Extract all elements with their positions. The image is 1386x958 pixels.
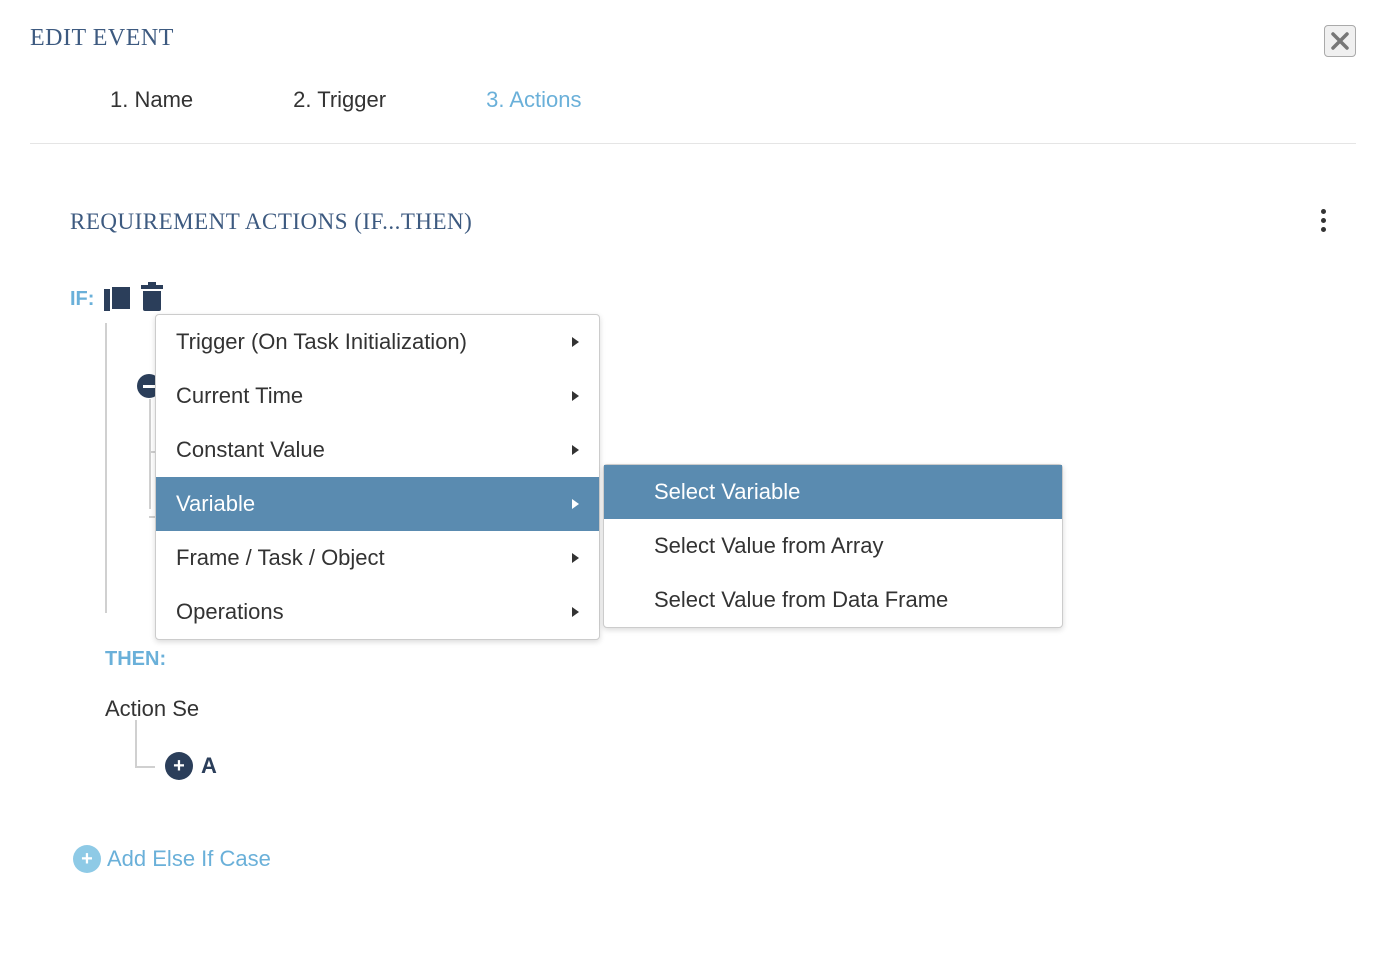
chevron-right-icon bbox=[572, 607, 579, 617]
plus-icon: + bbox=[173, 755, 185, 778]
menu-item-operations[interactable]: Operations bbox=[156, 585, 599, 639]
menu-item-label: Variable bbox=[176, 491, 255, 517]
tab-name[interactable]: 1. Name bbox=[110, 87, 193, 113]
add-else-if-button[interactable]: + bbox=[73, 845, 101, 873]
submenu: Select Variable Select Value from Array … bbox=[603, 464, 1063, 628]
menu-item-label: Frame / Task / Object bbox=[176, 545, 385, 571]
menu-item-trigger[interactable]: Trigger (On Task Initialization) bbox=[156, 315, 599, 369]
chevron-right-icon bbox=[572, 337, 579, 347]
action-sequence-label: Action Se bbox=[105, 696, 1356, 722]
more-options-button[interactable] bbox=[1316, 204, 1331, 237]
menu-item-constant-value[interactable]: Constant Value bbox=[156, 423, 599, 477]
if-label: IF: bbox=[70, 288, 94, 311]
then-label: THEN: bbox=[105, 648, 1356, 671]
page-title: EDIT EVENT bbox=[30, 25, 174, 52]
content: REQUIREMENT ACTIONS (IF...THEN) IF: AND bbox=[0, 144, 1386, 873]
if-row: IF: bbox=[70, 285, 1356, 313]
more-icon-dot bbox=[1321, 209, 1326, 214]
chevron-right-icon bbox=[572, 553, 579, 563]
add-action-row[interactable]: + A bbox=[165, 752, 1356, 780]
close-icon bbox=[1331, 32, 1349, 50]
trash-icon[interactable] bbox=[140, 285, 164, 313]
submenu-item-select-value-dataframe[interactable]: Select Value from Data Frame bbox=[604, 573, 1062, 627]
close-button[interactable] bbox=[1324, 25, 1356, 57]
menu-item-frame-task-object[interactable]: Frame / Task / Object bbox=[156, 531, 599, 585]
add-else-if-row[interactable]: + Add Else If Case bbox=[73, 845, 1356, 873]
menu-item-variable[interactable]: Variable bbox=[156, 477, 599, 531]
more-icon-dot bbox=[1321, 218, 1326, 223]
tabs: 1. Name 2. Trigger 3. Actions bbox=[30, 57, 1356, 144]
tab-trigger[interactable]: 2. Trigger bbox=[293, 87, 386, 113]
menu-item-label: Constant Value bbox=[176, 437, 325, 463]
add-action-button[interactable]: + bbox=[165, 752, 193, 780]
submenu-item-select-variable[interactable]: Select Variable bbox=[604, 465, 1062, 519]
section-title: REQUIREMENT ACTIONS (IF...THEN) bbox=[70, 209, 1356, 235]
chevron-right-icon bbox=[572, 499, 579, 509]
context-menu: Trigger (On Task Initialization) Current… bbox=[155, 314, 600, 640]
add-else-if-label: Add Else If Case bbox=[107, 846, 271, 872]
chevron-right-icon bbox=[572, 391, 579, 401]
copy-icon[interactable] bbox=[104, 285, 130, 313]
menu-item-current-time[interactable]: Current Time bbox=[156, 369, 599, 423]
chevron-right-icon bbox=[572, 445, 579, 455]
menu-item-label: Current Time bbox=[176, 383, 303, 409]
plus-icon: + bbox=[81, 848, 93, 871]
menu-item-label: Operations bbox=[176, 599, 284, 625]
menu-item-label: Trigger (On Task Initialization) bbox=[176, 329, 467, 355]
header: EDIT EVENT bbox=[0, 0, 1386, 57]
more-icon-dot bbox=[1321, 227, 1326, 232]
submenu-item-select-value-array[interactable]: Select Value from Array bbox=[604, 519, 1062, 573]
tab-actions[interactable]: 3. Actions bbox=[486, 87, 581, 113]
add-action-label: A bbox=[201, 753, 217, 779]
